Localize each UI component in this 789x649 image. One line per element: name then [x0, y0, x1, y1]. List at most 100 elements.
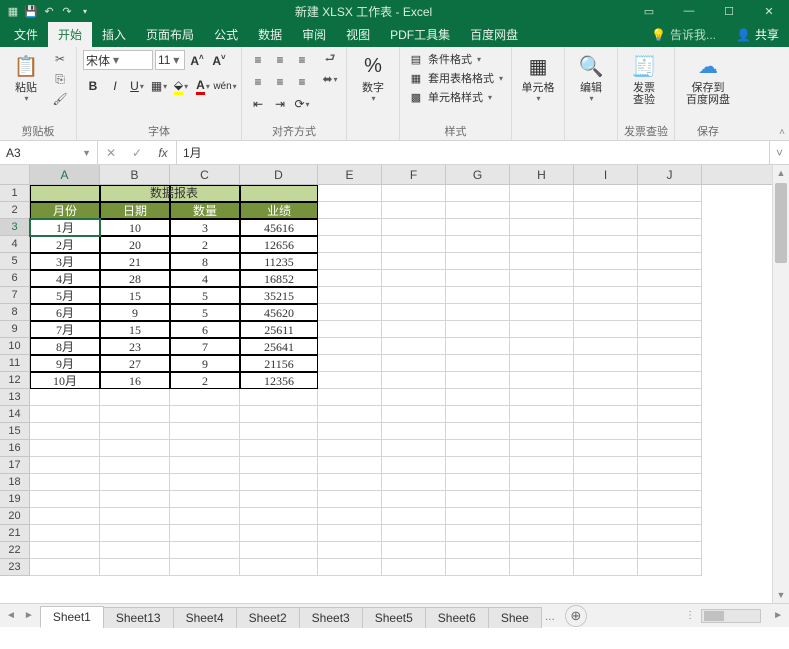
- sheet-tab[interactable]: Sheet6: [425, 607, 489, 628]
- cell-I15[interactable]: [574, 423, 638, 440]
- row-header[interactable]: 13: [0, 389, 30, 406]
- cell-J15[interactable]: [638, 423, 702, 440]
- cell-A12[interactable]: 10月: [30, 372, 100, 389]
- cell-styles-button[interactable]: ▩单元格样式▾: [406, 88, 505, 106]
- cell-G2[interactable]: [446, 202, 510, 219]
- share-button[interactable]: 👤共享: [726, 22, 789, 47]
- increase-indent-button[interactable]: ⇥: [270, 94, 290, 114]
- cell-F4[interactable]: [382, 236, 446, 253]
- cell-F13[interactable]: [382, 389, 446, 406]
- cell-E13[interactable]: [318, 389, 382, 406]
- cell-H1[interactable]: [510, 185, 574, 202]
- enter-formula-button[interactable]: ✓: [124, 146, 150, 160]
- cell-H23[interactable]: [510, 559, 574, 576]
- cell-A18[interactable]: [30, 474, 100, 491]
- cell-H17[interactable]: [510, 457, 574, 474]
- vertical-scrollbar[interactable]: ▲ ▼: [772, 165, 789, 603]
- cell-E9[interactable]: [318, 321, 382, 338]
- expand-formula-bar-button[interactable]: ˅: [769, 141, 789, 164]
- cell-A4[interactable]: 2月: [30, 236, 100, 253]
- cell-I18[interactable]: [574, 474, 638, 491]
- row-header[interactable]: 5: [0, 253, 30, 270]
- tab-insert[interactable]: 插入: [92, 22, 136, 47]
- scroll-down-button[interactable]: ▼: [773, 587, 789, 603]
- cell-C12[interactable]: 2: [170, 372, 240, 389]
- cell-H5[interactable]: [510, 253, 574, 270]
- editing-button[interactable]: 🔍 编辑 ▾: [571, 50, 611, 105]
- cell-E5[interactable]: [318, 253, 382, 270]
- cell-F8[interactable]: [382, 304, 446, 321]
- row-header[interactable]: 19: [0, 491, 30, 508]
- cell-I16[interactable]: [574, 440, 638, 457]
- cell-D13[interactable]: [240, 389, 318, 406]
- cell-I5[interactable]: [574, 253, 638, 270]
- cell-G1[interactable]: [446, 185, 510, 202]
- cell-A7[interactable]: 5月: [30, 287, 100, 304]
- cell-A5[interactable]: 3月: [30, 253, 100, 270]
- row-header[interactable]: 21: [0, 525, 30, 542]
- cell-F11[interactable]: [382, 355, 446, 372]
- orientation-button[interactable]: ⟳▾: [292, 94, 312, 114]
- cell-B18[interactable]: [100, 474, 170, 491]
- column-header-H[interactable]: H: [510, 165, 574, 184]
- underline-button[interactable]: U▾: [127, 76, 147, 96]
- cell-A17[interactable]: [30, 457, 100, 474]
- redo-icon[interactable]: ↷: [60, 4, 74, 18]
- cell-J9[interactable]: [638, 321, 702, 338]
- column-header-F[interactable]: F: [382, 165, 446, 184]
- new-sheet-button[interactable]: ⊕: [565, 605, 587, 627]
- row-header[interactable]: 14: [0, 406, 30, 423]
- merge-button[interactable]: ⬌▾: [320, 70, 340, 88]
- cell-D4[interactable]: 12656: [240, 236, 318, 253]
- column-header-B[interactable]: B: [100, 165, 170, 184]
- collapse-ribbon-button[interactable]: ˄: [779, 127, 785, 138]
- paste-button[interactable]: 📋 粘贴 ▾: [6, 50, 46, 105]
- maximize-button[interactable]: ☐: [709, 0, 749, 22]
- sheet-tab[interactable]: Sheet4: [173, 607, 237, 628]
- scrollbar-thumb[interactable]: [775, 183, 787, 263]
- row-header[interactable]: 7: [0, 287, 30, 304]
- cell-J13[interactable]: [638, 389, 702, 406]
- cell-G3[interactable]: [446, 219, 510, 236]
- cell-G23[interactable]: [446, 559, 510, 576]
- cell-F7[interactable]: [382, 287, 446, 304]
- cell-A16[interactable]: [30, 440, 100, 457]
- cell-E10[interactable]: [318, 338, 382, 355]
- copy-button[interactable]: ⎘: [50, 70, 70, 88]
- cell-F20[interactable]: [382, 508, 446, 525]
- cell-F17[interactable]: [382, 457, 446, 474]
- cell-C14[interactable]: [170, 406, 240, 423]
- cell-G20[interactable]: [446, 508, 510, 525]
- cell-J5[interactable]: [638, 253, 702, 270]
- cell-J10[interactable]: [638, 338, 702, 355]
- cell-I21[interactable]: [574, 525, 638, 542]
- cell-E7[interactable]: [318, 287, 382, 304]
- cell-B13[interactable]: [100, 389, 170, 406]
- row-header[interactable]: 12: [0, 372, 30, 389]
- cell-C9[interactable]: 6: [170, 321, 240, 338]
- cell-B20[interactable]: [100, 508, 170, 525]
- cell-F16[interactable]: [382, 440, 446, 457]
- cell-G19[interactable]: [446, 491, 510, 508]
- cell-G10[interactable]: [446, 338, 510, 355]
- bold-button[interactable]: B: [83, 76, 103, 96]
- cell-D10[interactable]: 25641: [240, 338, 318, 355]
- column-header-I[interactable]: I: [574, 165, 638, 184]
- tab-review[interactable]: 审阅: [292, 22, 336, 47]
- cell-E14[interactable]: [318, 406, 382, 423]
- cell-H3[interactable]: [510, 219, 574, 236]
- cell-H12[interactable]: [510, 372, 574, 389]
- cell-C20[interactable]: [170, 508, 240, 525]
- cell-I22[interactable]: [574, 542, 638, 559]
- align-center-button[interactable]: ≡: [270, 72, 290, 92]
- wrap-text-button[interactable]: ⮐: [320, 50, 340, 68]
- column-header-J[interactable]: J: [638, 165, 702, 184]
- row-header[interactable]: 4: [0, 236, 30, 253]
- cell-J1[interactable]: [638, 185, 702, 202]
- cell-B3[interactable]: 10: [100, 219, 170, 236]
- increase-font-button[interactable]: A˄: [187, 50, 207, 70]
- tab-home[interactable]: 开始: [48, 22, 92, 47]
- cell-C16[interactable]: [170, 440, 240, 457]
- cell-F5[interactable]: [382, 253, 446, 270]
- cell-J7[interactable]: [638, 287, 702, 304]
